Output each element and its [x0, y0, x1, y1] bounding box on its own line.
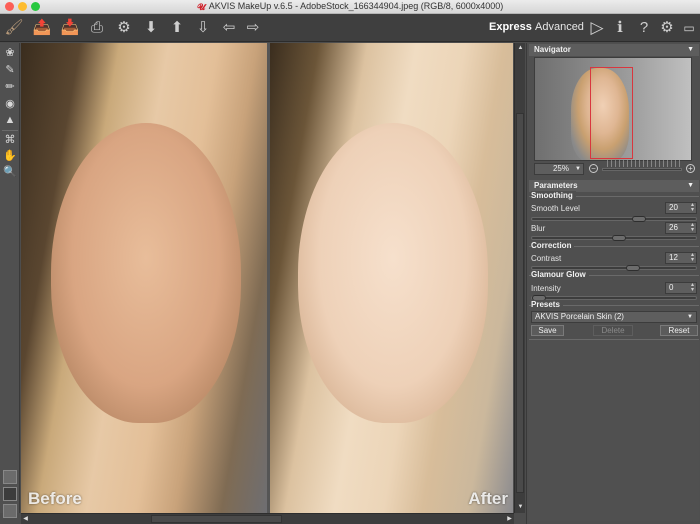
before-label: Before — [28, 489, 82, 508]
before-image-pane[interactable]: Before — [21, 43, 267, 513]
save-image-icon[interactable]: 📥 — [60, 18, 80, 38]
navigator-preview[interactable] — [534, 57, 692, 161]
presets-selected-value: AKVIS Porcelain Skin (2) — [535, 312, 624, 321]
zoom-in-icon[interactable]: + — [686, 164, 695, 173]
contrast-input[interactable]: 12 ▴ ▾ — [665, 252, 697, 264]
parameters-title: Parameters — [534, 181, 578, 190]
horizontal-scroll-thumb[interactable] — [151, 515, 282, 523]
preferences-gear-icon[interactable]: ⚙ — [657, 18, 677, 38]
smooth-level-knob[interactable] — [632, 216, 646, 222]
eye-icon[interactable]: ◉ — [2, 96, 18, 112]
before-face-photo — [51, 123, 241, 423]
retouch-icon[interactable]: ❀ — [2, 45, 18, 61]
blur-label: Blur — [531, 224, 546, 233]
eraser-icon[interactable]: ✏ — [2, 79, 18, 95]
correction-group-title: Correction — [531, 241, 575, 250]
brushes-logo-icon: 🖌 — [4, 19, 24, 36]
navigator-title: Navigator — [534, 45, 571, 54]
stepper-arrows-icon[interactable]: ▴ ▾ — [691, 252, 694, 263]
undo-arrow-icon[interactable]: ⇦ — [219, 18, 239, 38]
import-presets-icon[interactable]: ⬇ — [141, 18, 161, 38]
open-image-icon[interactable]: 📤 — [32, 18, 52, 38]
vertical-scroll-thumb[interactable] — [516, 113, 524, 493]
zoom-dropdown-caret-icon: ▼ — [575, 166, 581, 172]
info-icon[interactable]: ℹ — [610, 18, 630, 38]
smooth-level-label: Smooth Level — [531, 204, 580, 213]
collapse-caret-icon[interactable]: ▼ — [687, 180, 694, 192]
tools-panel: ❀ ✎ ✏ ◉ ▲ ⌘ ✋ 🔍 — [0, 43, 20, 518]
zoom-slider[interactable] — [602, 168, 682, 171]
presets-caret-icon: ▼ — [687, 314, 693, 320]
intensity-label: Intensity — [531, 284, 561, 293]
scroll-right-arrow-icon[interactable]: ▶ — [505, 514, 514, 524]
brush-icon[interactable]: ✎ — [2, 62, 18, 78]
contrast-knob[interactable] — [626, 265, 640, 271]
redo-arrow-icon[interactable]: ⇨ — [243, 18, 263, 38]
blur-input[interactable]: 26 ▴ ▾ — [665, 222, 697, 234]
smooth-level-input[interactable]: 20 ▴ ▾ — [665, 202, 697, 214]
run-play-icon[interactable]: ▷ — [587, 18, 607, 38]
drop-icon[interactable]: ▲ — [2, 112, 18, 128]
hints-panel-icon[interactable]: ▭ — [679, 18, 699, 38]
intensity-input[interactable]: 0 ▴ ▾ — [665, 282, 697, 294]
help-icon[interactable]: ? — [634, 18, 654, 38]
vertical-scrollbar[interactable]: ▲ ▼ — [514, 43, 525, 513]
scroll-left-arrow-icon[interactable]: ◀ — [21, 514, 30, 524]
zoom-level-value: 25% — [552, 164, 569, 173]
share-icon[interactable]: ⇩ — [193, 18, 213, 38]
stepper-arrows-icon[interactable]: ▴ ▾ — [691, 222, 694, 233]
smoothing-group-title: Smoothing — [531, 191, 576, 200]
after-face-photo — [298, 123, 488, 423]
panel-empty-area — [529, 339, 699, 521]
window-title-text: AKVIS MakeUp v.6.5 - AdobeStock_16634490… — [208, 1, 504, 11]
switch-view-button[interactable] — [3, 487, 17, 501]
contrast-label: Contrast — [531, 254, 562, 263]
main-toolbar: 🖌 📤 📥 ⎙ ⚙ ⬇ ⬆ ⇩ ⇦ ⇨ Express Advanced ▷ ℹ… — [0, 14, 700, 42]
reset-preset-button[interactable]: Reset — [660, 325, 698, 336]
app-window: 𝓤 AKVIS MakeUp v.6.5 - AdobeStock_1663449… — [0, 0, 700, 524]
after-label: After — [468, 489, 508, 508]
tools-separator — [2, 130, 18, 131]
export-presets-icon[interactable]: ⬆ — [167, 18, 187, 38]
smooth-level-value: 20 — [669, 203, 678, 212]
settings-gears-icon[interactable]: ⚙ — [114, 18, 134, 38]
blur-slider[interactable] — [531, 235, 697, 241]
intensity-value: 0 — [669, 283, 674, 292]
crop-icon[interactable]: ⌘ — [2, 132, 18, 148]
express-mode-tab[interactable]: Express — [489, 21, 532, 33]
presets-select[interactable]: AKVIS Porcelain Skin (2) ▼ — [531, 311, 697, 323]
split-view-button[interactable] — [3, 470, 17, 484]
hand-icon[interactable]: ✋ — [2, 148, 18, 164]
presets-title: Presets — [531, 300, 563, 309]
glamour-glow-group-title: Glamour Glow — [531, 270, 589, 279]
navigator-view-rectangle[interactable] — [590, 67, 633, 159]
single-view-button[interactable] — [3, 504, 17, 518]
settings-panel: Navigator ▼ 25% ▼ − + Parameters ▼ Smoot… — [526, 43, 700, 524]
print-icon[interactable]: ⎙ — [87, 18, 107, 38]
zoom-icon[interactable]: 🔍 — [2, 164, 18, 180]
smooth-level-slider[interactable] — [531, 216, 697, 222]
scroll-down-arrow-icon[interactable]: ▼ — [516, 503, 525, 512]
blur-knob[interactable] — [612, 235, 626, 241]
blur-value: 26 — [669, 223, 678, 232]
horizontal-scrollbar[interactable]: ◀ ▶ — [21, 513, 514, 524]
collapse-caret-icon[interactable]: ▼ — [687, 44, 694, 56]
zoom-ticks — [607, 160, 682, 167]
save-preset-button[interactable]: Save — [531, 325, 564, 336]
navigator-header[interactable]: Navigator ▼ — [529, 44, 699, 56]
contrast-value: 12 — [669, 253, 678, 262]
advanced-mode-tab[interactable]: Advanced — [535, 21, 584, 33]
delete-preset-button[interactable]: Delete — [593, 325, 633, 336]
zoom-level-select[interactable]: 25% ▼ — [534, 163, 584, 175]
after-image-pane[interactable]: After — [270, 43, 513, 513]
window-title: 𝓤 AKVIS MakeUp v.6.5 - AdobeStock_1663449… — [0, 1, 700, 12]
scroll-up-arrow-icon[interactable]: ▲ — [516, 44, 525, 53]
title-bar: 𝓤 AKVIS MakeUp v.6.5 - AdobeStock_1663449… — [0, 0, 700, 14]
zoom-out-icon[interactable]: − — [589, 164, 598, 173]
akvis-logo-icon: 𝓤 — [197, 2, 206, 12]
stepper-arrows-icon[interactable]: ▴ ▾ — [691, 282, 694, 293]
stepper-arrows-icon[interactable]: ▴ ▾ — [691, 202, 694, 213]
